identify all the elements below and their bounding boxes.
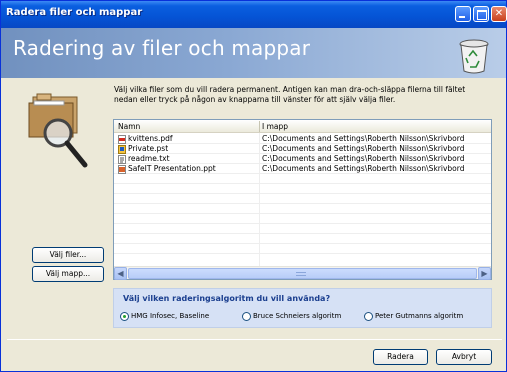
choose-files-button[interactable]: Välj filer...	[32, 247, 104, 263]
pdf-file-icon	[118, 135, 126, 144]
file-folder: C:\Documents and Settings\Roberth Nilsso…	[262, 164, 465, 173]
app-window: Radera filer och mappar ✕ Radering av fi…	[0, 0, 507, 372]
choose-folder-button[interactable]: Välj mapp...	[32, 266, 104, 282]
radio-unselected-icon[interactable]	[364, 312, 373, 321]
radio-label: Peter Gutmanns algoritm	[375, 312, 464, 320]
minimize-button[interactable]	[455, 6, 471, 22]
file-name: SafeIT Presentation.ppt	[128, 164, 216, 173]
ppt-file-icon	[118, 165, 126, 174]
file-list[interactable]: Namn I mapp kvittens.pdf C:\Documents an…	[113, 119, 492, 280]
window-title: Radera filer och mappar	[6, 7, 143, 18]
algorithm-question: Välj vilken raderingsalgoritm du vill an…	[123, 294, 331, 303]
column-header-folder[interactable]: I mapp	[262, 122, 288, 131]
folder-search-image	[28, 93, 88, 168]
close-button[interactable]: ✕	[491, 6, 507, 22]
empty-row	[114, 194, 491, 204]
empty-row	[114, 184, 491, 194]
instructions-text: Välj vilka filer som du vill radera perm…	[114, 85, 466, 104]
chevron-right-icon: ▶	[481, 269, 488, 278]
header-band: Radering av filer och mappar	[1, 28, 506, 78]
table-row[interactable]: kvittens.pdf C:\Documents and Settings\R…	[114, 134, 491, 144]
column-separator[interactable]	[259, 121, 260, 132]
scrollbar-thumb[interactable]	[128, 268, 477, 279]
file-name: kvittens.pdf	[128, 134, 173, 143]
title-bar[interactable]: Radera filer och mappar ✕	[1, 1, 507, 28]
radio-label: Bruce Schneiers algoritm	[253, 312, 342, 320]
table-row[interactable]: readme.txt C:\Documents and Settings\Rob…	[114, 154, 491, 164]
txt-file-icon	[118, 155, 126, 164]
empty-row	[114, 234, 491, 244]
page-title: Radering av filer och mappar	[13, 36, 311, 60]
horizontal-scrollbar[interactable]: ◀ ▶	[114, 266, 491, 280]
empty-row	[114, 174, 491, 184]
maximize-button[interactable]	[473, 6, 489, 22]
cancel-button[interactable]: Avbryt	[436, 349, 492, 365]
column-header-name[interactable]: Namn	[118, 122, 140, 131]
empty-row	[114, 214, 491, 224]
recycle-bin-icon	[459, 39, 489, 74]
empty-row	[114, 224, 491, 234]
list-rows: kvittens.pdf C:\Documents and Settings\R…	[114, 134, 491, 254]
maximize-icon	[474, 7, 488, 21]
radio-label: HMG Infosec, Baseline	[131, 312, 210, 320]
file-folder: C:\Documents and Settings\Roberth Nilsso…	[262, 154, 465, 163]
algorithm-panel: Välj vilken raderingsalgoritm du vill an…	[113, 288, 492, 328]
chevron-left-icon: ◀	[117, 269, 124, 278]
close-icon: ✕	[494, 8, 504, 19]
pst-file-icon	[118, 145, 126, 154]
delete-button[interactable]: Radera	[373, 349, 428, 365]
list-header: Namn I mapp	[114, 120, 491, 133]
file-name: readme.txt	[128, 154, 170, 163]
file-folder: C:\Documents and Settings\Roberth Nilsso…	[262, 144, 465, 153]
radio-selected-icon[interactable]	[120, 312, 129, 321]
minimize-icon	[456, 7, 470, 21]
scroll-right-button[interactable]: ▶	[478, 267, 491, 280]
table-row[interactable]: Private.pst C:\Documents and Settings\Ro…	[114, 144, 491, 154]
grip-icon	[296, 272, 306, 276]
radio-unselected-icon[interactable]	[242, 312, 251, 321]
footer-divider	[7, 339, 502, 340]
table-row[interactable]: SafeIT Presentation.ppt C:\Documents and…	[114, 164, 491, 174]
empty-row	[114, 244, 491, 254]
file-folder: C:\Documents and Settings\Roberth Nilsso…	[262, 134, 465, 143]
empty-row	[114, 204, 491, 214]
scroll-left-button[interactable]: ◀	[114, 267, 127, 280]
file-name: Private.pst	[128, 144, 169, 153]
